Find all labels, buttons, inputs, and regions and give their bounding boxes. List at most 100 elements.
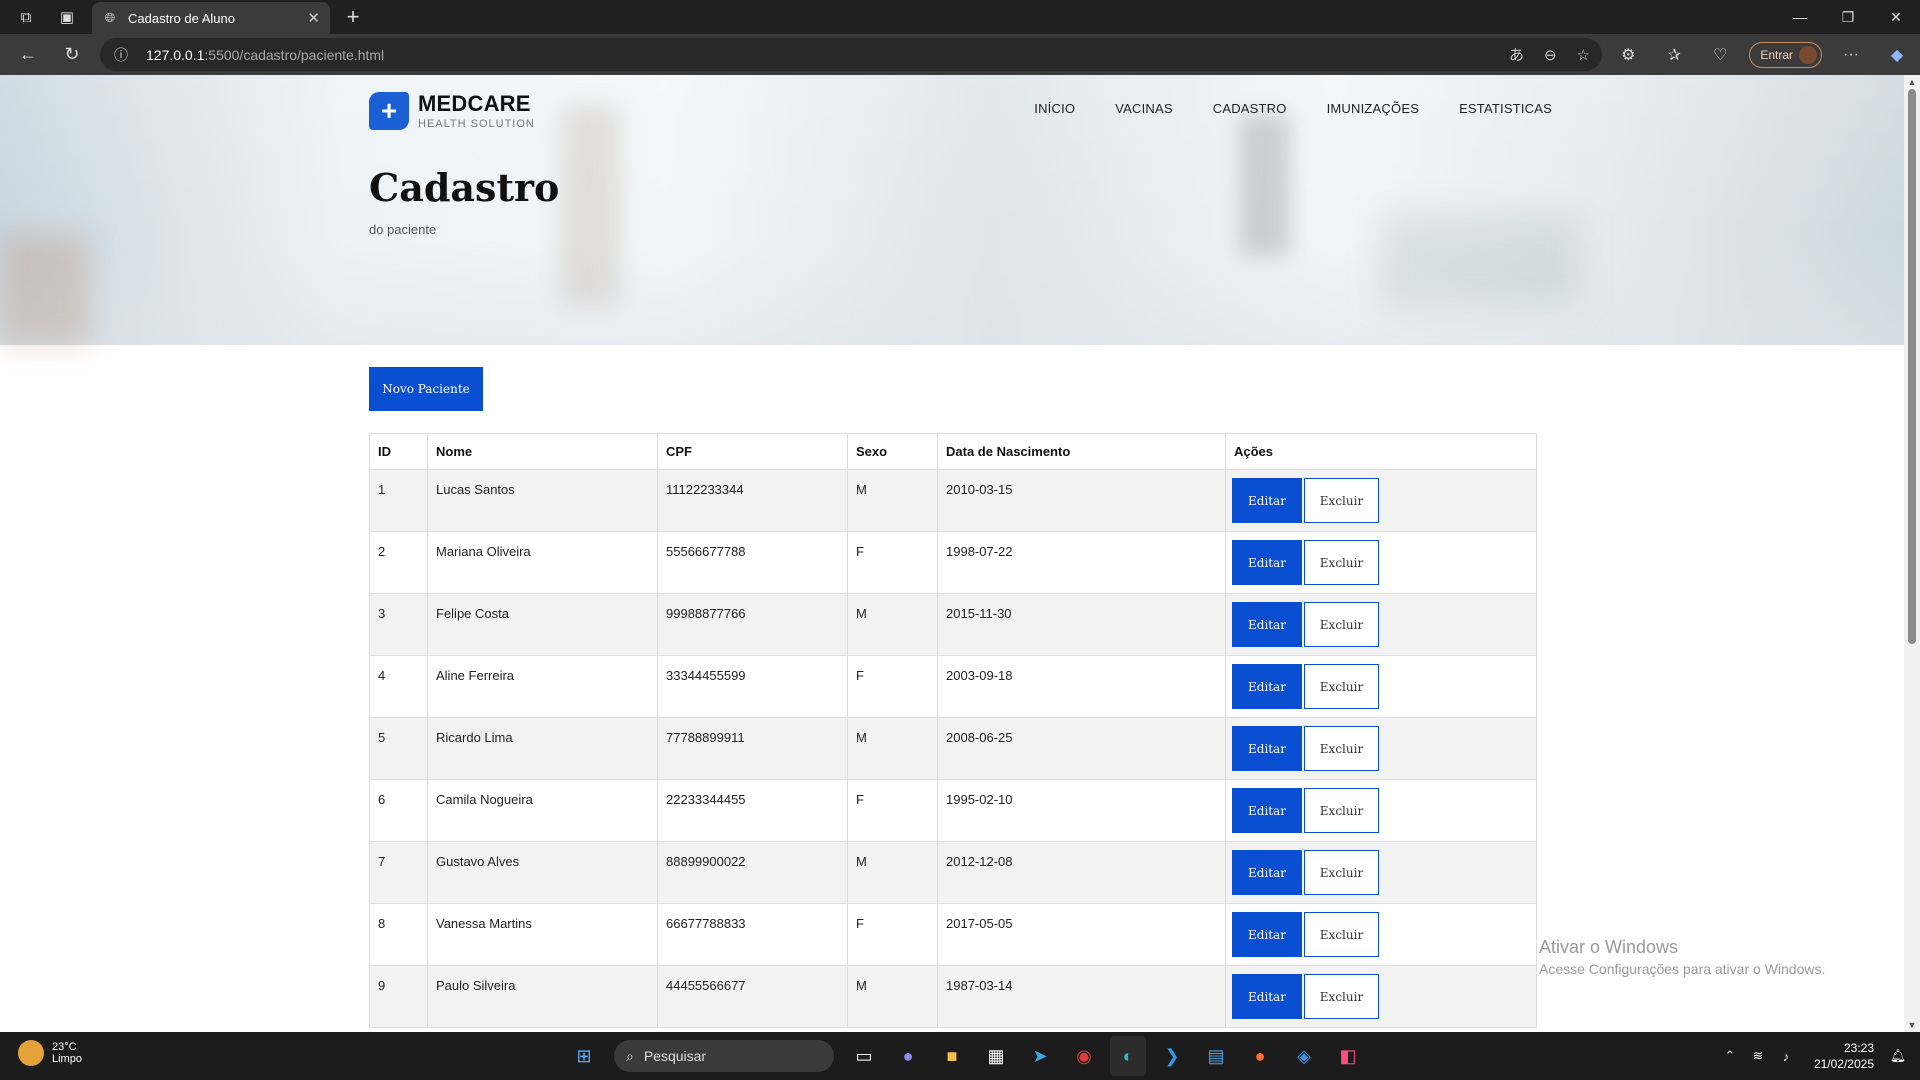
cell-actions: Editar Excluir xyxy=(1225,965,1537,1028)
header-nome: Nome xyxy=(427,433,658,470)
intellij-icon[interactable]: ◧ xyxy=(1330,1036,1366,1076)
nav-estatisticas[interactable]: ESTATISTICAS xyxy=(1459,101,1552,116)
edit-button[interactable]: Editar xyxy=(1232,602,1302,647)
profile-button[interactable]: Entrar xyxy=(1749,41,1822,68)
delete-button[interactable]: Excluir xyxy=(1304,974,1379,1019)
table-row: 5 Ricardo Lima 77788899911 M 2008-06-25 Edita… xyxy=(369,717,1537,780)
cell-actions: Editar Excluir xyxy=(1225,531,1537,594)
edit-button[interactable]: Editar xyxy=(1232,850,1302,895)
nav-vacinas[interactable]: VACINAS xyxy=(1115,101,1173,116)
table-row: 8 Vanessa Martins 66677788833 F 2017-05-05 Ed… xyxy=(369,903,1537,966)
vscode-icon[interactable]: ❯ xyxy=(1154,1036,1190,1076)
copilot-icon[interactable]: ◆ xyxy=(1874,34,1920,75)
cell-cpf: 99988877766 xyxy=(657,593,848,656)
back-icon[interactable]: ← xyxy=(8,36,48,72)
globe-icon: 🌐︎ xyxy=(104,10,116,25)
nav-cadastro[interactable]: CADASTRO xyxy=(1213,101,1287,116)
browser-tabbar: ⧉ ▣ 🌐︎ Cadastro de Aluno ✕ + — ❐ ✕ xyxy=(0,0,1920,34)
header-nascimento: Data de Nascimento xyxy=(937,433,1226,470)
workspaces-icon[interactable]: ⧉ xyxy=(9,0,43,34)
task-view-icon[interactable]: ▭ xyxy=(846,1036,882,1076)
edge-icon[interactable]: ◐ xyxy=(1110,1036,1146,1076)
profile-button-label: Entrar xyxy=(1760,47,1793,62)
new-tab-button[interactable]: + xyxy=(338,2,368,32)
delete-button[interactable]: Excluir xyxy=(1304,664,1379,709)
weather-widget[interactable]: 23°C Limpo xyxy=(18,1040,82,1066)
cell-id: 3 xyxy=(369,593,428,656)
more-options-icon[interactable]: ··· xyxy=(1828,34,1874,75)
edit-button[interactable]: Editar xyxy=(1232,664,1302,709)
clock[interactable]: 23:23 21/02/2025 xyxy=(1814,1040,1874,1072)
weather-condition: Limpo xyxy=(52,1053,82,1065)
site-info-icon[interactable]: ⓘ xyxy=(114,45,134,65)
zoom-icon[interactable]: ⊖ xyxy=(1544,46,1557,64)
delete-button[interactable]: Excluir xyxy=(1304,850,1379,895)
page-scrollbar[interactable]: ▲ ▼ xyxy=(1904,75,1920,1032)
notepad-icon[interactable]: ▤ xyxy=(1198,1036,1234,1076)
scrollbar-thumb[interactable] xyxy=(1908,89,1916,644)
delete-button[interactable]: Excluir xyxy=(1304,478,1379,523)
notification-bell-icon[interactable]: 🔔︎ xyxy=(1884,1048,1912,1064)
address-bar[interactable]: ⓘ 127.0.0.1:5500/cadastro/paciente.html … xyxy=(100,38,1602,71)
cell-nascimento: 1995-02-10 xyxy=(937,779,1226,842)
windows-activation-watermark: Ativar o Windows Acesse Configurações pa… xyxy=(1539,937,1825,977)
table-row: 6 Camila Nogueira 22233344455 F 1995-02-10 Ed… xyxy=(369,779,1537,842)
site-logo[interactable]: + MEDCARE HEALTH SOLUTION xyxy=(369,91,535,130)
clock-time: 23:23 xyxy=(1843,1041,1874,1055)
edit-button[interactable]: Editar xyxy=(1232,726,1302,771)
favorite-star-icon[interactable]: ☆ xyxy=(1577,46,1590,64)
scroll-down-icon[interactable]: ▼ xyxy=(1904,1018,1920,1032)
postman-icon[interactable]: ● xyxy=(1242,1036,1278,1076)
close-window-icon[interactable]: ✕ xyxy=(1872,0,1920,34)
tab-actions-icon[interactable]: ▣ xyxy=(50,0,84,34)
brand-name: MEDCARE xyxy=(418,91,531,116)
clock-date: 21/02/2025 xyxy=(1813,1057,1874,1071)
page-title: Cadastro xyxy=(369,165,560,210)
wifi-icon[interactable]: ≋ xyxy=(1744,1048,1772,1064)
medical-cross-icon: + xyxy=(369,91,409,130)
volume-icon[interactable]: ♪ xyxy=(1772,1049,1800,1064)
chevron-up-icon[interactable]: ⌃ xyxy=(1716,1048,1744,1064)
telegram-icon[interactable]: ➤ xyxy=(1022,1036,1058,1076)
cell-nome: Aline Ferreira xyxy=(427,655,658,718)
nav-imunizacoes[interactable]: IMUNIZAÇÕES xyxy=(1327,101,1419,116)
close-tab-icon[interactable]: ✕ xyxy=(307,9,320,27)
extensions-icon[interactable]: ⚙ xyxy=(1605,34,1651,75)
cell-id: 2 xyxy=(369,531,428,594)
edit-button[interactable]: Editar xyxy=(1232,912,1302,957)
taskbar-search[interactable]: ⌕ Pesquisar xyxy=(614,1040,834,1072)
insomnia-icon[interactable]: ◈ xyxy=(1286,1036,1322,1076)
teams-icon[interactable]: ● xyxy=(890,1036,926,1076)
browser-essentials-icon[interactable]: ♡ xyxy=(1697,34,1743,75)
scroll-up-icon[interactable]: ▲ xyxy=(1904,75,1920,89)
nav-inicio[interactable]: INÍCIO xyxy=(1034,101,1075,116)
store-icon[interactable]: ▦ xyxy=(978,1036,1014,1076)
delete-button[interactable]: Excluir xyxy=(1304,602,1379,647)
edit-button[interactable]: Editar xyxy=(1232,974,1302,1019)
header-id: ID xyxy=(369,433,428,470)
browser-tab-active[interactable]: 🌐︎ Cadastro de Aluno ✕ xyxy=(92,2,330,34)
edit-button[interactable]: Editar xyxy=(1232,788,1302,833)
cell-sexo: F xyxy=(847,531,938,594)
cell-nascimento: 1998-07-22 xyxy=(937,531,1226,594)
restore-icon[interactable]: ❐ xyxy=(1824,0,1872,34)
table-row: 1 Lucas Santos 11122233344 M 2010-03-15 Edita… xyxy=(369,469,1537,532)
delete-button[interactable]: Excluir xyxy=(1304,912,1379,957)
start-windows-icon[interactable]: ⊞ xyxy=(566,1036,602,1076)
delete-button[interactable]: Excluir xyxy=(1304,540,1379,585)
antivirus-icon[interactable]: ◉ xyxy=(1066,1036,1102,1076)
delete-button[interactable]: Excluir xyxy=(1304,726,1379,771)
edit-button[interactable]: Editar xyxy=(1232,478,1302,523)
delete-button[interactable]: Excluir xyxy=(1304,788,1379,833)
minimize-icon[interactable]: — xyxy=(1776,0,1824,34)
cell-sexo: M xyxy=(847,469,938,532)
file-explorer-icon[interactable]: ■ xyxy=(934,1036,970,1076)
cell-cpf: 11122233344 xyxy=(657,469,848,532)
reload-icon[interactable]: ↻ xyxy=(52,36,92,72)
cell-id: 8 xyxy=(369,903,428,966)
new-patient-button[interactable]: Novo Paciente xyxy=(369,367,483,411)
translate-icon[interactable]: あ xyxy=(1509,44,1524,65)
edit-button[interactable]: Editar xyxy=(1232,540,1302,585)
favorites-icon[interactable]: ✰ xyxy=(1651,34,1697,75)
search-icon: ⌕ xyxy=(626,1047,634,1064)
